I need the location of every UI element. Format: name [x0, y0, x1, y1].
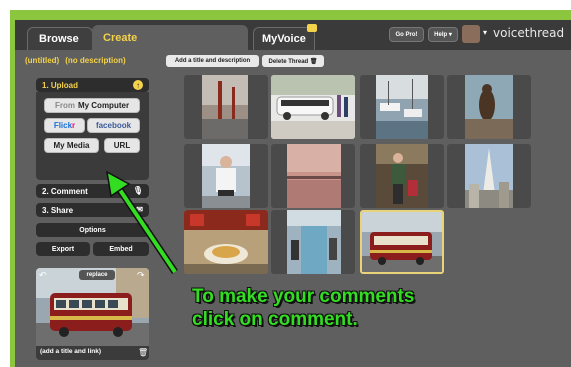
upload-arrow-icon: ↑ [133, 80, 143, 90]
slide-thumbnail[interactable] [271, 144, 355, 208]
upload-url-button[interactable]: URL [104, 138, 140, 153]
add-title-description-button[interactable]: Add a title and description [166, 55, 259, 67]
share-label: 3. Share [42, 205, 74, 215]
top-navigation-bar: Browse Create MyVoice Go Pro! Help ▾ ▾ v… [15, 20, 571, 50]
slide-thumbnail[interactable] [271, 75, 355, 139]
flickr-label-b: r [72, 121, 76, 130]
annotation-line-2: click on comment. [192, 309, 358, 330]
speech-bubble-icon [307, 24, 317, 32]
slide-thumbnail[interactable] [447, 75, 531, 139]
voicethread-logo: voicethread [493, 26, 565, 40]
trash-icon[interactable]: 🗑 [138, 348, 148, 357]
slide-thumbnail[interactable] [360, 75, 444, 139]
add-title-link-caption[interactable]: (add a title and link) [40, 348, 101, 355]
tab-myvoice[interactable]: MyVoice [253, 27, 315, 50]
selected-slide-preview: ↶ replace ↷ (add a title and link) 🗑 [36, 268, 149, 360]
rotate-right-icon[interactable]: ↷ [137, 270, 145, 281]
replace-label: replace [86, 272, 108, 278]
options-button[interactable]: Options [36, 223, 149, 237]
thread-title-row: (untitled) (no description) [25, 56, 126, 68]
upload-flickr-button[interactable]: Flick r [44, 118, 85, 133]
annotation-line-1: To make your comments [192, 286, 415, 307]
user-avatar[interactable] [462, 25, 480, 43]
screenshot-frame: Browse Create MyVoice Go Pro! Help ▾ ▾ v… [0, 0, 571, 367]
export-button[interactable]: Export [36, 242, 90, 256]
thumb-golden-gate-bridge [202, 75, 248, 139]
thumb-man-on-ferry [202, 144, 250, 208]
thumb-marina-boats [376, 75, 428, 139]
upload-facebook-button[interactable]: facebook [87, 118, 140, 133]
thumb-sea-lion [465, 75, 513, 139]
tab-create[interactable]: Create [92, 25, 248, 50]
slide-thumbnail[interactable] [447, 144, 531, 208]
help-menu-button[interactable]: Help ▾ [428, 27, 458, 42]
thread-title: (untitled) [25, 56, 60, 65]
slide-thumbnail[interactable] [184, 144, 268, 208]
slide-thumbnail[interactable] [184, 75, 268, 139]
upload-section-header[interactable]: 1. Upload ↑ [36, 78, 149, 92]
thumb-transamerica-pyramid [465, 144, 513, 208]
upload-my-media-button[interactable]: My Media [44, 138, 99, 153]
slide-thumbnail[interactable] [360, 144, 444, 208]
thumb-woman-with-luggage [376, 144, 428, 208]
go-pro-button[interactable]: Go Pro! [389, 27, 424, 42]
thumb-limousine [271, 75, 355, 139]
voicethread-app: Browse Create MyVoice Go Pro! Help ▾ ▾ v… [15, 20, 571, 367]
upload-panel: From My Computer Flick r facebook My Medi… [36, 92, 149, 180]
upload-from-computer-button[interactable]: From My Computer [44, 98, 140, 113]
thread-description: (no description) [65, 56, 126, 65]
flickr-label-a: Flick [53, 121, 73, 130]
comment-section-header[interactable]: 2. Comment 🎙 [36, 184, 149, 198]
thumb-chinatown-dish [184, 210, 268, 274]
delete-thread-button[interactable]: Delete Thread 🗑 [262, 55, 324, 67]
upload-label: 1. Upload [42, 80, 79, 90]
slide-thumbnail[interactable] [271, 210, 355, 274]
slide-thumbnail[interactable] [184, 210, 268, 274]
frame-top-border [10, 10, 571, 20]
thumb-steps-and-fountain [287, 210, 341, 274]
tab-browse[interactable]: Browse [27, 27, 93, 50]
from-prefix: From [54, 101, 75, 110]
from-computer-label: My Computer [77, 101, 130, 110]
share-section-header[interactable]: 3. Share ✉ [36, 203, 149, 217]
slide-thumbnail-selected[interactable] [360, 210, 444, 274]
annotation-text: To make your comments click on comment. [192, 285, 414, 331]
envelope-icon: ✉ [136, 205, 143, 214]
comment-label: 2. Comment [42, 186, 88, 196]
account-menu-caret[interactable]: ▾ [483, 28, 487, 37]
thumb-sunset-bay [287, 144, 341, 208]
rotate-left-icon[interactable]: ↶ [39, 270, 47, 281]
thumb-cable-trolley [362, 212, 442, 272]
embed-button[interactable]: Embed [93, 242, 149, 256]
replace-button[interactable]: replace [79, 270, 115, 280]
microphone-icon: 🎙 [132, 186, 143, 195]
